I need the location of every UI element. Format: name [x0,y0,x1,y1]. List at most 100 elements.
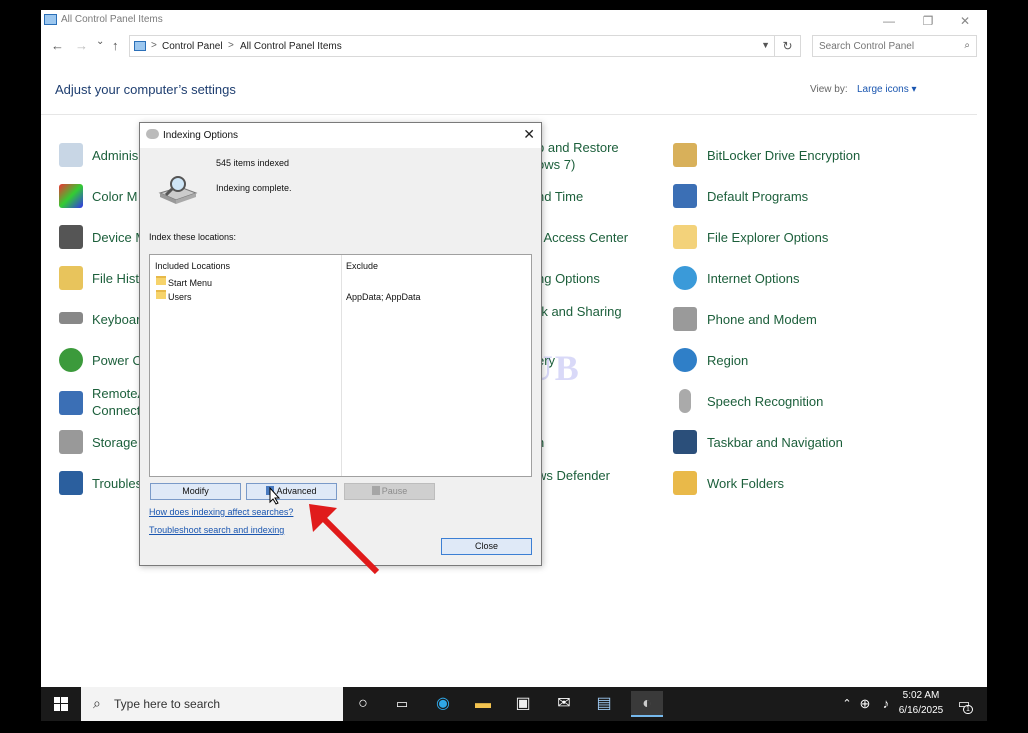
close-button[interactable]: ✕ [949,12,981,30]
item-power-options[interactable]: Power O [92,353,143,368]
clock-date[interactable]: 6/16/2025 [892,705,950,716]
col-header-included[interactable]: Included Locations [155,261,230,271]
minimize-button[interactable]: — [873,12,905,30]
dialog-close-button[interactable]: ✕ [523,126,535,143]
store-icon[interactable]: ▣ [510,691,536,717]
file-history-icon [59,266,83,290]
device-manager-icon [59,225,83,249]
windows-logo-icon [54,697,68,711]
mail-icon[interactable]: ✉ [551,691,577,717]
window-title: All Control Panel Items [61,14,163,25]
chevron-down-icon[interactable]: ▼ [761,40,770,50]
item-date-time[interactable]: nd Time [537,189,583,204]
administrative-tools-icon [59,143,83,167]
item-ease-of-access[interactable]: f Access Center [537,230,628,245]
item-color-management[interactable]: Color M [92,189,138,204]
phone-modem-icon [673,307,697,331]
item-keyboard[interactable]: Keyboar [92,312,140,327]
control-panel-icon [134,41,146,51]
taskbar-search-box[interactable]: ⌕ Type here to search [81,687,343,721]
divider [41,114,977,115]
index-locations-label: Index these locations: [149,232,237,242]
indexing-status: Indexing complete. [216,183,292,193]
item-indexing-options[interactable]: ng Options [537,271,600,286]
restore-button[interactable]: ❐ [912,12,944,30]
recent-locations-button[interactable]: ⌄ [96,36,104,47]
back-button[interactable]: ← [51,38,64,53]
control-panel-window: All Control Panel Items — ❐ ✕ ← → ⌄ ↑ > … [41,10,987,721]
navigation-bar: ← → ⌄ ↑ > Control Panel > All Control Pa… [41,34,987,60]
task-view-icon[interactable]: ▭ [389,691,415,717]
taskbar-search-placeholder: Type here to search [114,697,221,711]
item-backup-restore[interactable]: p and Restore [537,140,619,155]
internet-options-icon [673,266,697,290]
breadcrumb-separator: > [228,40,234,51]
microphone-icon [679,389,691,413]
modify-button[interactable]: Modify [150,483,241,500]
notification-count-badge: 1 [963,705,973,714]
magnifier-drive-icon [158,176,198,204]
item-phone-modem[interactable]: Phone and Modem [707,312,817,327]
page-title: Adjust your computer’s settings [55,82,236,97]
file-explorer-options-icon [673,225,697,249]
search-icon: ⌕ [93,695,101,711]
search-icon[interactable]: ⌕ [964,40,970,51]
color-management-icon [59,184,83,208]
items-indexed-count: 545 items indexed [216,158,290,168]
item-network-sharing[interactable]: rk and Sharing [537,304,622,319]
col-header-exclude[interactable]: Exclude [346,261,378,271]
item-file-explorer-options[interactable]: File Explorer Options [707,230,828,245]
item-backup-restore-line2[interactable]: ows 7) [537,157,575,172]
file-explorer-icon[interactable]: ▬ [470,691,496,717]
breadcrumb-all-items[interactable]: All Control Panel Items [240,41,342,52]
start-button[interactable] [41,687,81,721]
clock-time[interactable]: 5:02 AM [896,690,946,701]
mouse-cursor-icon [269,487,281,505]
advanced-label: Advanced [276,486,317,496]
close-dialog-button[interactable]: Close [441,538,532,555]
pause-label: Pause [381,486,408,496]
item-work-folders[interactable]: Work Folders [707,476,784,491]
edge-icon[interactable]: ◉ [430,691,456,717]
control-panel-taskbar-icon[interactable]: ▤ [591,691,617,717]
refresh-button[interactable]: ↻ [775,35,801,57]
location-name[interactable]: Users [168,292,192,302]
up-button[interactable]: ↑ [112,38,119,53]
storage-spaces-icon [59,430,83,454]
indexing-icon [146,129,159,139]
red-arrow-annotation [309,504,380,575]
item-speech-recognition[interactable]: Speech Recognition [707,394,823,409]
item-region[interactable]: Region [707,353,748,368]
item-taskbar-navigation[interactable]: Taskbar and Navigation [707,435,843,450]
search-input[interactable] [813,36,953,57]
keyboard-icon [59,312,83,324]
item-storage-spaces[interactable]: Storage [92,435,138,450]
column-divider [341,255,342,476]
item-remoteapp-line2[interactable]: Connect [92,403,140,418]
item-windows-defender[interactable]: ws Defender [537,468,610,483]
location-name[interactable]: Start Menu [168,278,212,288]
item-troubleshooting[interactable]: Troubles [92,476,142,491]
troubleshoot-link[interactable]: Troubleshoot search and indexing [149,525,284,535]
location-exclude: AppData; AppData [346,292,421,302]
item-internet-options[interactable]: Internet Options [707,271,800,286]
indexing-options-taskbar-icon[interactable]: ◐ [631,691,663,717]
view-by-dropdown[interactable]: Large icons ▾ [857,84,917,95]
cortana-icon[interactable]: ○ [350,691,376,717]
dialog-title-bar: Indexing Options ✕ [140,123,541,148]
forward-button[interactable]: → [75,38,88,53]
item-administrative-tools[interactable]: Adminis [92,148,138,163]
troubleshooting-icon [59,471,83,495]
breadcrumb-separator: > [151,40,157,51]
how-indexing-link[interactable]: How does indexing affect searches? [149,507,293,517]
item-file-history[interactable]: File Hist [92,271,139,286]
bitlocker-icon [673,143,697,167]
address-bar[interactable]: > Control Panel > All Control Panel Item… [129,35,775,57]
search-box[interactable]: ⌕ [812,35,977,57]
taskbar: ⌕ Type here to search ○ ▭ ◉ ▬ ▣ ✉ ▤ ◐ ⌃ … [41,687,987,721]
item-bitlocker[interactable]: BitLocker Drive Encryption [707,148,860,163]
locations-list[interactable]: Included Locations Exclude Start Menu Us… [149,254,532,477]
folder-icon [156,290,166,299]
item-default-programs[interactable]: Default Programs [707,189,808,204]
breadcrumb-control-panel[interactable]: Control Panel [162,41,223,52]
